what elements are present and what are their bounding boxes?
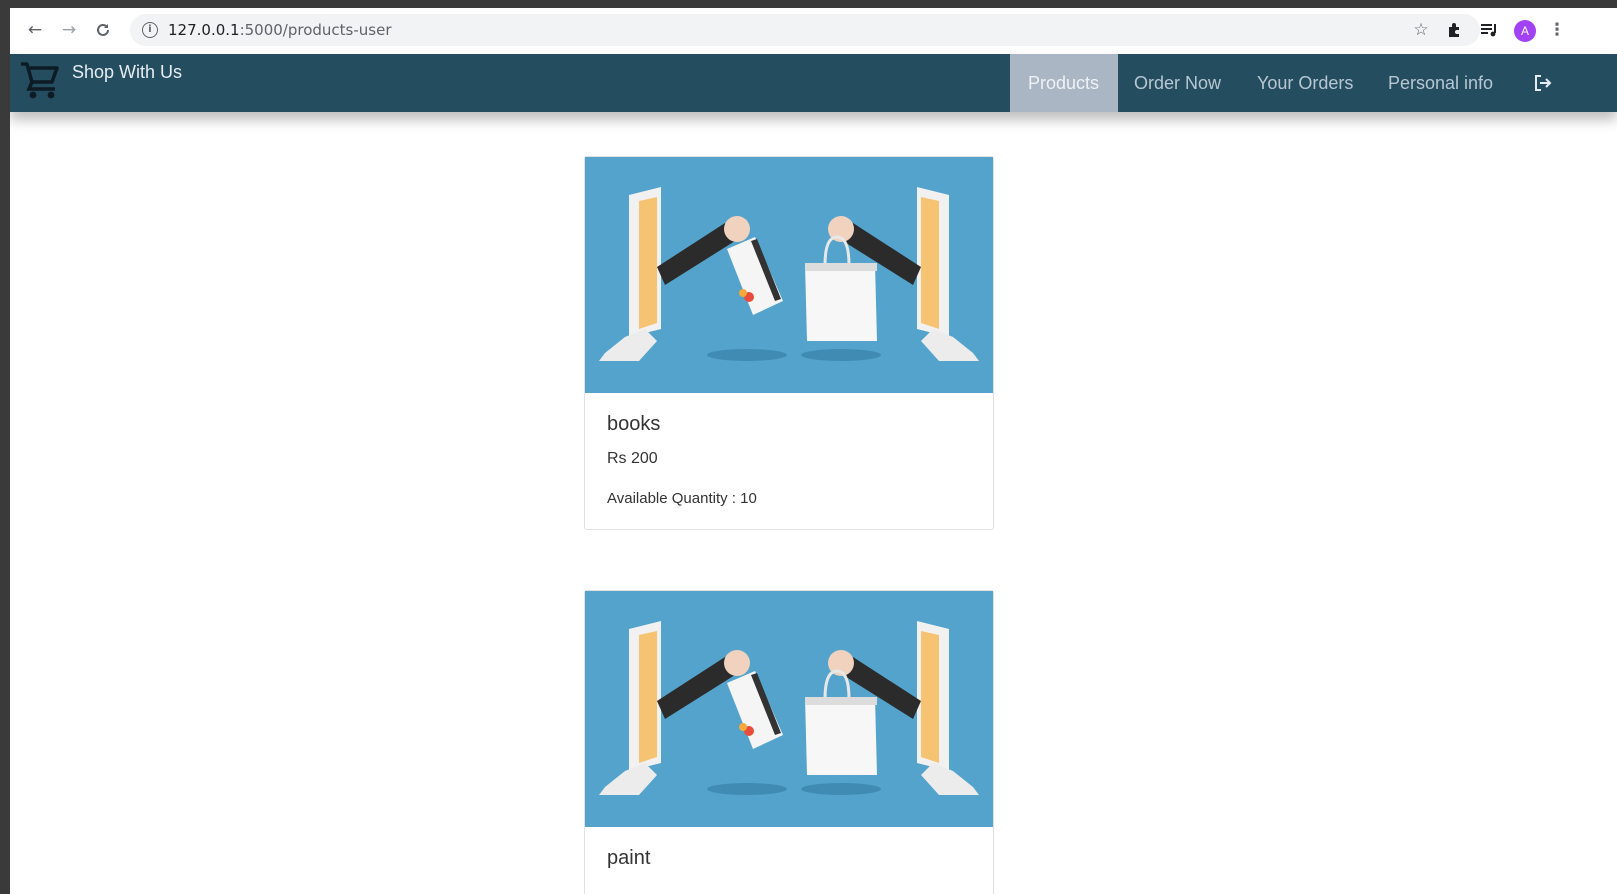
app-navbar: Shop With Us Products Order Now Your Ord…: [10, 54, 1617, 112]
media-icon[interactable]: [1478, 19, 1500, 41]
product-quantity: Available Quantity : 10: [607, 490, 757, 507]
product-name: paint: [607, 847, 651, 869]
extensions-icon[interactable]: [1444, 19, 1466, 41]
browser-toolbar: ← → i 127.0.0.1:5000/products-user ☆ A ⋮: [10, 8, 1617, 55]
product-price: Rs 200: [607, 450, 658, 467]
info-icon[interactable]: i: [142, 22, 158, 38]
profile-avatar[interactable]: A: [1514, 20, 1536, 42]
brand-name[interactable]: Shop With Us: [72, 62, 182, 83]
nav-order-now[interactable]: Order Now: [1116, 54, 1239, 112]
product-image: [585, 157, 993, 393]
nav-your-orders[interactable]: Your Orders: [1239, 54, 1371, 112]
reload-icon[interactable]: [92, 19, 114, 41]
browser-window: ← → i 127.0.0.1:5000/products-user ☆ A ⋮…: [10, 8, 1617, 894]
address-bar[interactable]: i 127.0.0.1:5000/products-user ☆: [130, 14, 1480, 46]
menu-icon[interactable]: ⋮: [1546, 19, 1568, 41]
cart-icon[interactable]: [18, 58, 62, 102]
product-card: books Rs 200 Available Quantity : 10: [584, 156, 994, 530]
product-name: books: [607, 413, 661, 435]
url-text: 127.0.0.1:5000/products-user: [168, 21, 392, 39]
nav-personal-info[interactable]: Personal info: [1370, 54, 1511, 112]
forward-icon[interactable]: →: [58, 19, 80, 41]
back-icon[interactable]: ←: [24, 19, 46, 41]
star-icon[interactable]: ☆: [1410, 19, 1432, 41]
nav-products[interactable]: Products: [1010, 54, 1118, 112]
product-card: paint: [584, 590, 994, 894]
logout-icon[interactable]: [1532, 72, 1554, 94]
product-image: [585, 591, 993, 827]
